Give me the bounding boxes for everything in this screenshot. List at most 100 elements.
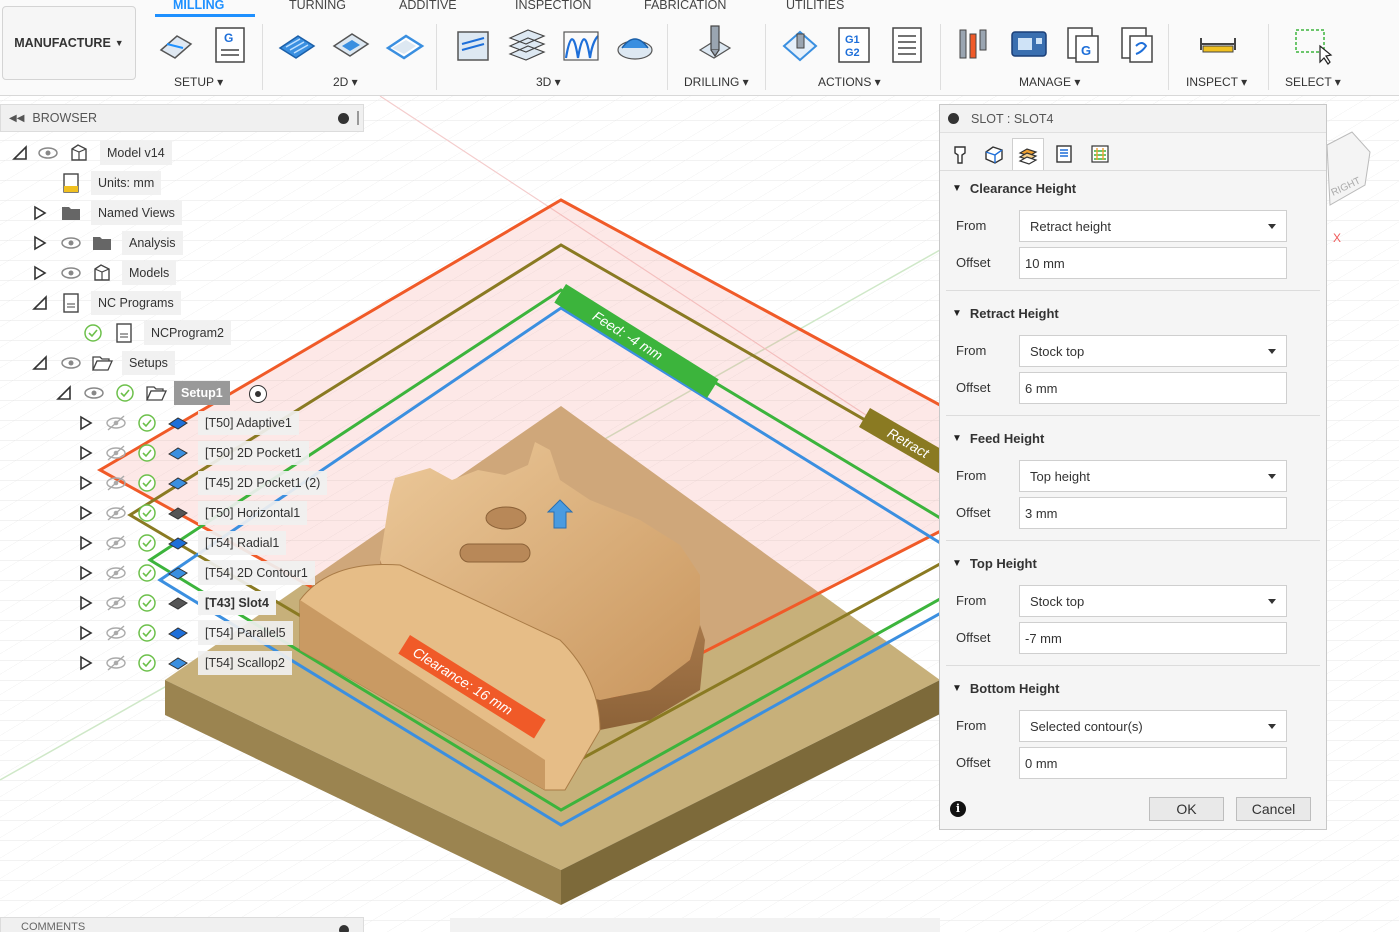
workspace-switcher[interactable]: MANUFACTURE ▼ — [2, 6, 136, 80]
tab-passes[interactable] — [1048, 138, 1080, 170]
tree-model[interactable]: Model v14 — [100, 141, 172, 165]
offset-input[interactable]: 6 mm — [1019, 372, 1287, 404]
dialog-header[interactable]: SLOT : SLOT4 — [940, 105, 1326, 133]
eye-hidden-icon[interactable] — [105, 442, 127, 464]
tree-analysis[interactable]: Analysis — [122, 231, 183, 255]
drill-icon[interactable] — [694, 24, 736, 66]
tab-heights[interactable] — [1012, 138, 1044, 170]
eye-hidden-icon[interactable] — [105, 562, 127, 584]
group-manage[interactable]: MANAGE ▾ — [1019, 75, 1080, 89]
eye-hidden-icon[interactable] — [105, 652, 127, 674]
tree-operation[interactable]: [T54] Scallop2 — [198, 651, 292, 675]
section-header[interactable]: ▼ Bottom Height — [952, 681, 1059, 696]
expanded-triangle-icon[interactable] — [32, 295, 48, 311]
tool-library-icon[interactable] — [954, 24, 996, 66]
pin-icon[interactable] — [338, 113, 349, 124]
offset-input[interactable]: 0 mm — [1019, 747, 1287, 779]
eye-icon[interactable] — [37, 142, 59, 164]
measure-icon[interactable] — [1197, 24, 1239, 66]
navigation-bar[interactable] — [450, 918, 940, 932]
expanded-triangle-icon[interactable] — [56, 385, 72, 401]
collapsed-triangle-icon[interactable] — [78, 475, 94, 491]
2d-adaptive-icon[interactable] — [276, 24, 318, 66]
collapsed-triangle-icon[interactable] — [78, 535, 94, 551]
post-process-icon[interactable]: G1 G2 — [833, 24, 875, 66]
from-dropdown[interactable]: Stock top — [1019, 335, 1287, 367]
cancel-button[interactable]: Cancel — [1236, 797, 1311, 821]
tree-operation[interactable]: [T45] 2D Pocket1 (2) — [198, 471, 328, 495]
parallel-icon[interactable] — [560, 24, 602, 66]
group-select[interactable]: SELECT ▾ — [1285, 75, 1341, 89]
collapsed-triangle-icon[interactable] — [32, 205, 48, 221]
eye-icon[interactable] — [60, 232, 82, 254]
post-library-icon[interactable]: G — [1062, 24, 1104, 66]
3d-adaptive-icon[interactable] — [452, 24, 494, 66]
tab-linking[interactable] — [1084, 138, 1116, 170]
new-setup-icon[interactable] — [155, 24, 197, 66]
tab-utilities[interactable]: UTILITIES — [786, 0, 844, 12]
offset-input[interactable]: 10 mm — [1019, 247, 1287, 279]
from-dropdown[interactable]: Top height — [1019, 460, 1287, 492]
offset-input[interactable]: -7 mm — [1019, 622, 1287, 654]
collapsed-triangle-icon[interactable] — [78, 655, 94, 671]
expanded-triangle-icon[interactable] — [12, 145, 28, 161]
section-header[interactable]: ▼ Top Height — [952, 556, 1037, 571]
group-inspect[interactable]: INSPECT ▾ — [1186, 75, 1247, 89]
2d-pocket-icon[interactable] — [330, 24, 372, 66]
group-drilling[interactable]: DRILLING ▾ — [684, 75, 749, 89]
eye-hidden-icon[interactable] — [105, 472, 127, 494]
eye-hidden-icon[interactable] — [105, 502, 127, 524]
tree-operation[interactable]: [T54] Parallel5 — [198, 621, 293, 645]
collapsed-triangle-icon[interactable] — [78, 625, 94, 641]
tree-nc-programs[interactable]: NC Programs — [91, 291, 181, 315]
from-dropdown[interactable]: Selected contour(s) — [1019, 710, 1287, 742]
section-header[interactable]: ▼ Feed Height — [952, 431, 1044, 446]
group-actions[interactable]: ACTIONS ▾ — [818, 75, 881, 89]
active-target-icon[interactable] — [249, 385, 267, 403]
tab-inspection[interactable]: INSPECTION — [515, 0, 591, 12]
offset-input[interactable]: 3 mm — [1019, 497, 1287, 529]
group-setup[interactable]: SETUP ▾ — [174, 75, 223, 89]
tab-geometry[interactable] — [978, 138, 1010, 170]
eye-icon[interactable] — [83, 382, 105, 404]
machine-library-icon[interactable] — [1008, 24, 1050, 66]
simulate-icon[interactable] — [780, 24, 822, 66]
tree-setups[interactable]: Setups — [122, 351, 175, 375]
eye-hidden-icon[interactable] — [105, 622, 127, 644]
tree-operation[interactable]: [T43] Slot4 — [198, 591, 276, 615]
tree-models[interactable]: Models — [122, 261, 177, 285]
collapsed-triangle-icon[interactable] — [32, 235, 48, 251]
eye-hidden-icon[interactable] — [105, 532, 127, 554]
dialog-pin-icon[interactable] — [948, 113, 959, 124]
from-dropdown[interactable]: Retract height — [1019, 210, 1287, 242]
group-3d[interactable]: 3D ▾ — [536, 75, 561, 89]
panel-grip-icon[interactable] — [357, 111, 359, 125]
browser-header[interactable]: ◀◀ BROWSER — [0, 104, 364, 132]
tree-operation[interactable]: [T50] 2D Pocket1 — [198, 441, 309, 465]
tab-tool[interactable] — [944, 138, 976, 170]
3d-pocket-icon[interactable] — [506, 24, 548, 66]
tree-units[interactable]: Units: mm — [91, 171, 162, 195]
tab-milling[interactable]: MILLING — [173, 0, 224, 12]
scallop-icon[interactable] — [614, 24, 656, 66]
expanded-triangle-icon[interactable] — [32, 355, 48, 371]
eye-hidden-icon[interactable] — [105, 412, 127, 434]
tree-operation[interactable]: [T50] Adaptive1 — [198, 411, 299, 435]
select-icon[interactable] — [1292, 24, 1334, 66]
tree-operation[interactable]: [T54] Radial1 — [198, 531, 287, 555]
collapsed-triangle-icon[interactable] — [78, 415, 94, 431]
pin-icon[interactable] — [339, 925, 349, 932]
eye-icon[interactable] — [60, 262, 82, 284]
setup-sheet-icon[interactable] — [886, 24, 928, 66]
eye-hidden-icon[interactable] — [105, 592, 127, 614]
tree-operation[interactable]: [T54] 2D Contour1 — [198, 561, 315, 585]
tree-operation[interactable]: [T50] Horizontal1 — [198, 501, 308, 525]
collapsed-triangle-icon[interactable] — [78, 505, 94, 521]
tree-ncprogram2[interactable]: NCProgram2 — [144, 321, 231, 345]
ok-button[interactable]: OK — [1149, 797, 1224, 821]
tree-setup1[interactable]: Setup1 — [174, 381, 230, 405]
section-header[interactable]: ▼ Clearance Height — [952, 181, 1076, 196]
collapsed-triangle-icon[interactable] — [78, 445, 94, 461]
info-icon[interactable]: i — [950, 801, 966, 817]
tab-turning[interactable]: TURNING — [289, 0, 346, 12]
